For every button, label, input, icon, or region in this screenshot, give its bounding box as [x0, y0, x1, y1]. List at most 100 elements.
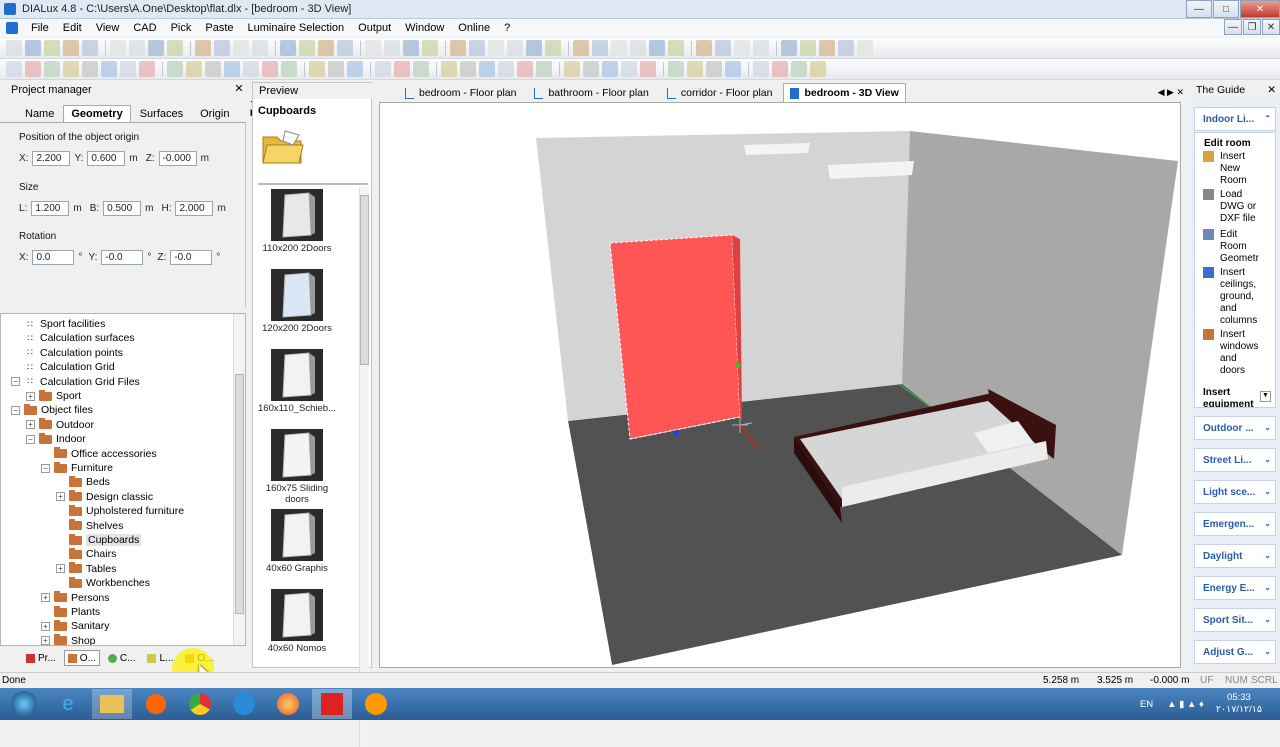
- chevron-down-icon[interactable]: ▼: [1260, 391, 1271, 402]
- taskbar-app[interactable]: [224, 689, 264, 719]
- toolbar-button[interactable]: [838, 40, 854, 56]
- guide-section[interactable]: Sport Sit... ⌄: [1194, 608, 1276, 632]
- preview-scroll-thumb[interactable]: [360, 195, 369, 365]
- toolbar-button[interactable]: [384, 40, 400, 56]
- toolbar-button[interactable]: [668, 61, 684, 77]
- guide-section[interactable]: Street Li... ⌄: [1194, 448, 1276, 472]
- size-b-input[interactable]: 0.500: [103, 201, 142, 216]
- tree-node[interactable]: Cupboards: [56, 533, 142, 547]
- toolbar-button[interactable]: [403, 40, 419, 56]
- menu-edit[interactable]: Edit: [56, 22, 89, 34]
- toolbar-button[interactable]: [148, 40, 164, 56]
- toolbar-button[interactable]: [167, 61, 183, 77]
- tree-node[interactable]: Workbenches: [56, 576, 150, 590]
- toolbar-button[interactable]: [450, 40, 466, 56]
- toolbar-button[interactable]: [753, 61, 769, 77]
- toolbar-button[interactable]: [498, 61, 514, 77]
- expand-icon[interactable]: +: [26, 420, 35, 430]
- start-button[interactable]: [4, 689, 44, 719]
- menu-window[interactable]: Window: [398, 22, 451, 34]
- toolbar-button[interactable]: [186, 61, 202, 77]
- taskbar-firefox[interactable]: [268, 689, 308, 719]
- toolbar-button[interactable]: [63, 40, 79, 56]
- preview-item[interactable]: 160x75 Sliding doors: [258, 429, 336, 505]
- toolbar-button[interactable]: [82, 61, 98, 77]
- tab-origin[interactable]: Origin: [192, 105, 237, 122]
- toolbar-button[interactable]: [413, 61, 429, 77]
- guide-section[interactable]: Daylight ⌄: [1194, 544, 1276, 568]
- tab-corridor-floor-plan[interactable]: corridor - Floor plan: [660, 83, 780, 102]
- toolbar-button[interactable]: [262, 61, 278, 77]
- collapse-icon[interactable]: −: [11, 377, 20, 387]
- language-indicator[interactable]: EN: [1140, 699, 1153, 710]
- size-h-input[interactable]: 2.000: [175, 201, 214, 216]
- toolbar-button[interactable]: [280, 40, 296, 56]
- toolbar-button[interactable]: [706, 61, 722, 77]
- taskbar-tool[interactable]: [356, 689, 396, 719]
- tree-node[interactable]: − Object files: [11, 403, 93, 417]
- tab-colors[interactable]: C...: [104, 650, 140, 666]
- pos-z-input[interactable]: -0.000: [158, 151, 197, 166]
- tree-scroll-thumb[interactable]: [235, 374, 244, 614]
- guide-section[interactable]: Emergen... ⌄: [1194, 512, 1276, 536]
- preview-item[interactable]: 110x200 2Doors: [258, 189, 336, 254]
- collapse-icon[interactable]: −: [26, 434, 35, 444]
- toolbar-button[interactable]: [281, 61, 297, 77]
- preview-item[interactable]: 120x200 2Doors: [258, 269, 336, 334]
- tree-node[interactable]: − Indoor: [26, 432, 86, 446]
- axis-y-handle[interactable]: [735, 362, 741, 368]
- menu-output[interactable]: Output: [351, 22, 398, 34]
- guide-section[interactable]: Energy E... ⌄: [1194, 576, 1276, 600]
- toolbar-button[interactable]: [819, 40, 835, 56]
- menu-luminaire-selection[interactable]: Luminaire Selection: [241, 22, 352, 34]
- toolbar-button[interactable]: [810, 61, 826, 77]
- toolbar-button[interactable]: [441, 61, 457, 77]
- toolbar-button[interactable]: [469, 40, 485, 56]
- axis-z-handle[interactable]: [673, 430, 679, 436]
- toolbar-button[interactable]: [422, 40, 438, 56]
- clock-time[interactable]: 05:33: [1227, 692, 1251, 704]
- tree-node[interactable]: ∷ Calculation points: [11, 346, 123, 360]
- toolbar-button[interactable]: [687, 61, 703, 77]
- tab-geometry[interactable]: Geometry: [63, 105, 131, 122]
- taskbar-explorer[interactable]: [92, 689, 132, 719]
- preview-scrollbar[interactable]: [359, 187, 369, 747]
- menu-paste[interactable]: Paste: [198, 22, 240, 34]
- menu-help[interactable]: ?: [497, 22, 517, 34]
- tree-scrollbar[interactable]: [233, 314, 245, 645]
- toolbar-button[interactable]: [800, 40, 816, 56]
- toolbar-button[interactable]: [640, 61, 656, 77]
- tree-node[interactable]: Plants: [41, 605, 100, 619]
- guide-section[interactable]: Adjust G... ⌄: [1194, 640, 1276, 664]
- view-tab-arrows[interactable]: ◀ ▶ ✕: [1158, 87, 1184, 102]
- expand-icon[interactable]: +: [56, 492, 65, 502]
- toolbar-button[interactable]: [583, 61, 599, 77]
- tree-node[interactable]: Chairs: [56, 547, 116, 561]
- tree-node[interactable]: + Shop: [41, 634, 96, 645]
- tree-node[interactable]: Beds: [56, 475, 110, 489]
- toolbar-button[interactable]: [195, 40, 211, 56]
- pos-x-input[interactable]: 2.200: [32, 151, 71, 166]
- toolbar-button[interactable]: [772, 61, 788, 77]
- tree-node[interactable]: Upholstered furniture: [56, 504, 184, 518]
- expand-icon[interactable]: +: [56, 564, 65, 574]
- toolbar-button[interactable]: [44, 40, 60, 56]
- taskbar-dialux[interactable]: [312, 689, 352, 719]
- tab-bedroom-3d-view[interactable]: bedroom - 3D View: [783, 83, 906, 102]
- mdi-restore-button[interactable]: ❐: [1243, 19, 1261, 35]
- toolbar-button[interactable]: [318, 40, 334, 56]
- toolbar-button[interactable]: [781, 40, 797, 56]
- toolbar-button[interactable]: [460, 61, 476, 77]
- tree-node[interactable]: − Furniture: [41, 461, 113, 475]
- minimize-button[interactable]: —: [1186, 0, 1212, 18]
- insert-equipment-label[interactable]: Insert equipment: [1203, 387, 1259, 407]
- folder-open-icon[interactable]: [261, 127, 305, 167]
- maximize-button[interactable]: □: [1213, 0, 1239, 18]
- rot-y-spinner[interactable]: -0.0: [101, 250, 144, 265]
- toolbar-button[interactable]: [309, 61, 325, 77]
- taskbar-chrome[interactable]: [180, 689, 220, 719]
- toolbar-button[interactable]: [564, 61, 580, 77]
- toolbar-button[interactable]: [337, 40, 353, 56]
- 3d-viewport[interactable]: [379, 102, 1181, 668]
- tree-node[interactable]: + Tables: [56, 562, 116, 576]
